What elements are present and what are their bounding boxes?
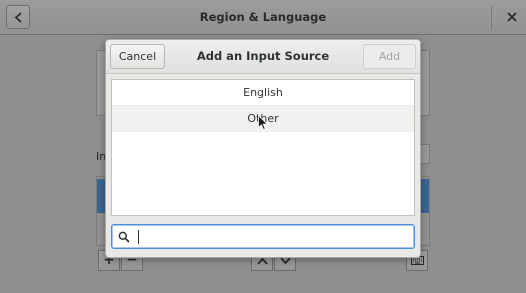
window-title: Region & Language bbox=[199, 10, 327, 24]
chevron-down-icon bbox=[279, 257, 291, 265]
list-item-english[interactable]: English bbox=[112, 80, 414, 106]
search-input[interactable] bbox=[134, 227, 410, 246]
dialog-header: Add an Input Source Cancel Add bbox=[106, 40, 420, 74]
header-separator bbox=[491, 6, 492, 30]
header-bar: Region & Language bbox=[0, 0, 526, 35]
mouse-pointer-icon bbox=[258, 115, 268, 131]
input-source-list: English Other bbox=[111, 79, 415, 216]
search-field[interactable] bbox=[111, 224, 415, 249]
text-caret bbox=[138, 230, 139, 244]
cancel-button[interactable]: Cancel bbox=[110, 44, 165, 69]
search-icon bbox=[118, 231, 130, 243]
chevron-up-icon bbox=[256, 257, 268, 265]
close-icon[interactable] bbox=[505, 10, 519, 24]
add-input-source-dialog: Add an Input Source Cancel Add English O… bbox=[105, 39, 421, 258]
add-button[interactable]: Add bbox=[363, 44, 416, 69]
